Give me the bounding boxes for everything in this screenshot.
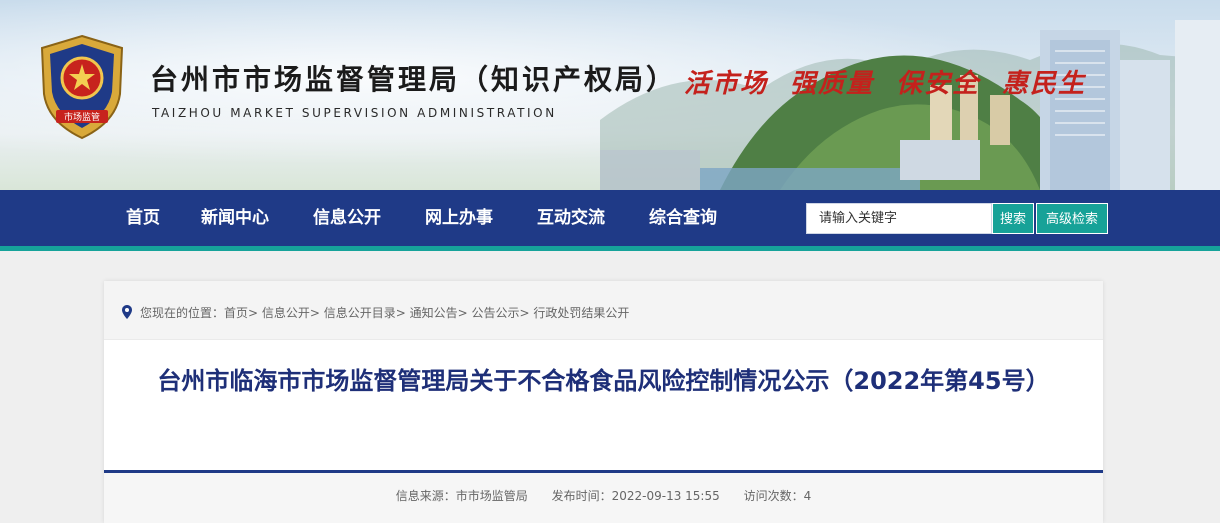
slogan-item: 惠民生: [1002, 69, 1087, 99]
article-publish-time: 发布时间：2022-09-13 15:55: [551, 489, 720, 503]
slogan: 活市场 强质量 保安全 惠民生: [684, 63, 1108, 100]
slogan-item: 强质量: [790, 69, 875, 99]
main-nav: 首页 新闻中心 信息公开 网上办事 互动交流 综合查询 搜索 高级检索: [0, 190, 1220, 251]
breadcrumb-prefix: 您现在的位置：: [140, 306, 225, 320]
site-banner: 市场监管 台州市市场监督管理局（知识产权局） TAIZHOU MARKET SU…: [0, 0, 1220, 190]
nav-item-home[interactable]: 首页: [126, 190, 160, 246]
search-input[interactable]: [806, 203, 992, 234]
breadcrumb-trail: 您现在的位置：首页> 信息公开> 信息公开目录> 通知公告> 公告公示> 行政处…: [140, 304, 629, 321]
breadcrumb-links[interactable]: 首页> 信息公开> 信息公开目录> 通知公告> 公告公示> 行政处罚结果公开: [224, 306, 629, 320]
market-supervision-emblem-logo: 市场监管: [40, 34, 124, 140]
advanced-search-button[interactable]: 高级检索: [1036, 203, 1108, 234]
nav-item-online-service[interactable]: 网上办事: [425, 190, 493, 246]
article-source: 信息来源：市市场监管局: [395, 489, 528, 503]
nav-item-news[interactable]: 新闻中心: [201, 190, 269, 246]
nav-item-query[interactable]: 综合查询: [649, 190, 717, 246]
nav-item-info-disclosure[interactable]: 信息公开: [313, 190, 381, 246]
slogan-item: 活市场: [684, 69, 769, 99]
article-card: 您现在的位置：首页> 信息公开> 信息公开目录> 通知公告> 公告公示> 行政处…: [104, 281, 1103, 523]
article-title: 台州市临海市市场监督管理局关于不合格食品风险控制情况公示（2022年第45号）: [157, 367, 1050, 395]
site-title: 台州市市场监督管理局（知识产权局）: [150, 63, 678, 96]
emblem-text: 市场监管: [64, 111, 100, 123]
article-meta: 信息来源：市市场监管局 发布时间：2022-09-13 15:55 访问次数：4: [104, 473, 1103, 523]
site-subtitle: TAIZHOU MARKET SUPERVISION ADMINISTRATIO…: [152, 106, 557, 120]
nav-item-interaction[interactable]: 互动交流: [537, 190, 605, 246]
article-view-count: 访问次数：4: [743, 489, 812, 503]
search-button[interactable]: 搜索: [992, 203, 1034, 234]
slogan-item: 保安全: [896, 69, 981, 99]
location-pin-icon: [122, 305, 132, 319]
breadcrumb: 您现在的位置：首页> 信息公开> 信息公开目录> 通知公告> 公告公示> 行政处…: [104, 281, 1103, 340]
